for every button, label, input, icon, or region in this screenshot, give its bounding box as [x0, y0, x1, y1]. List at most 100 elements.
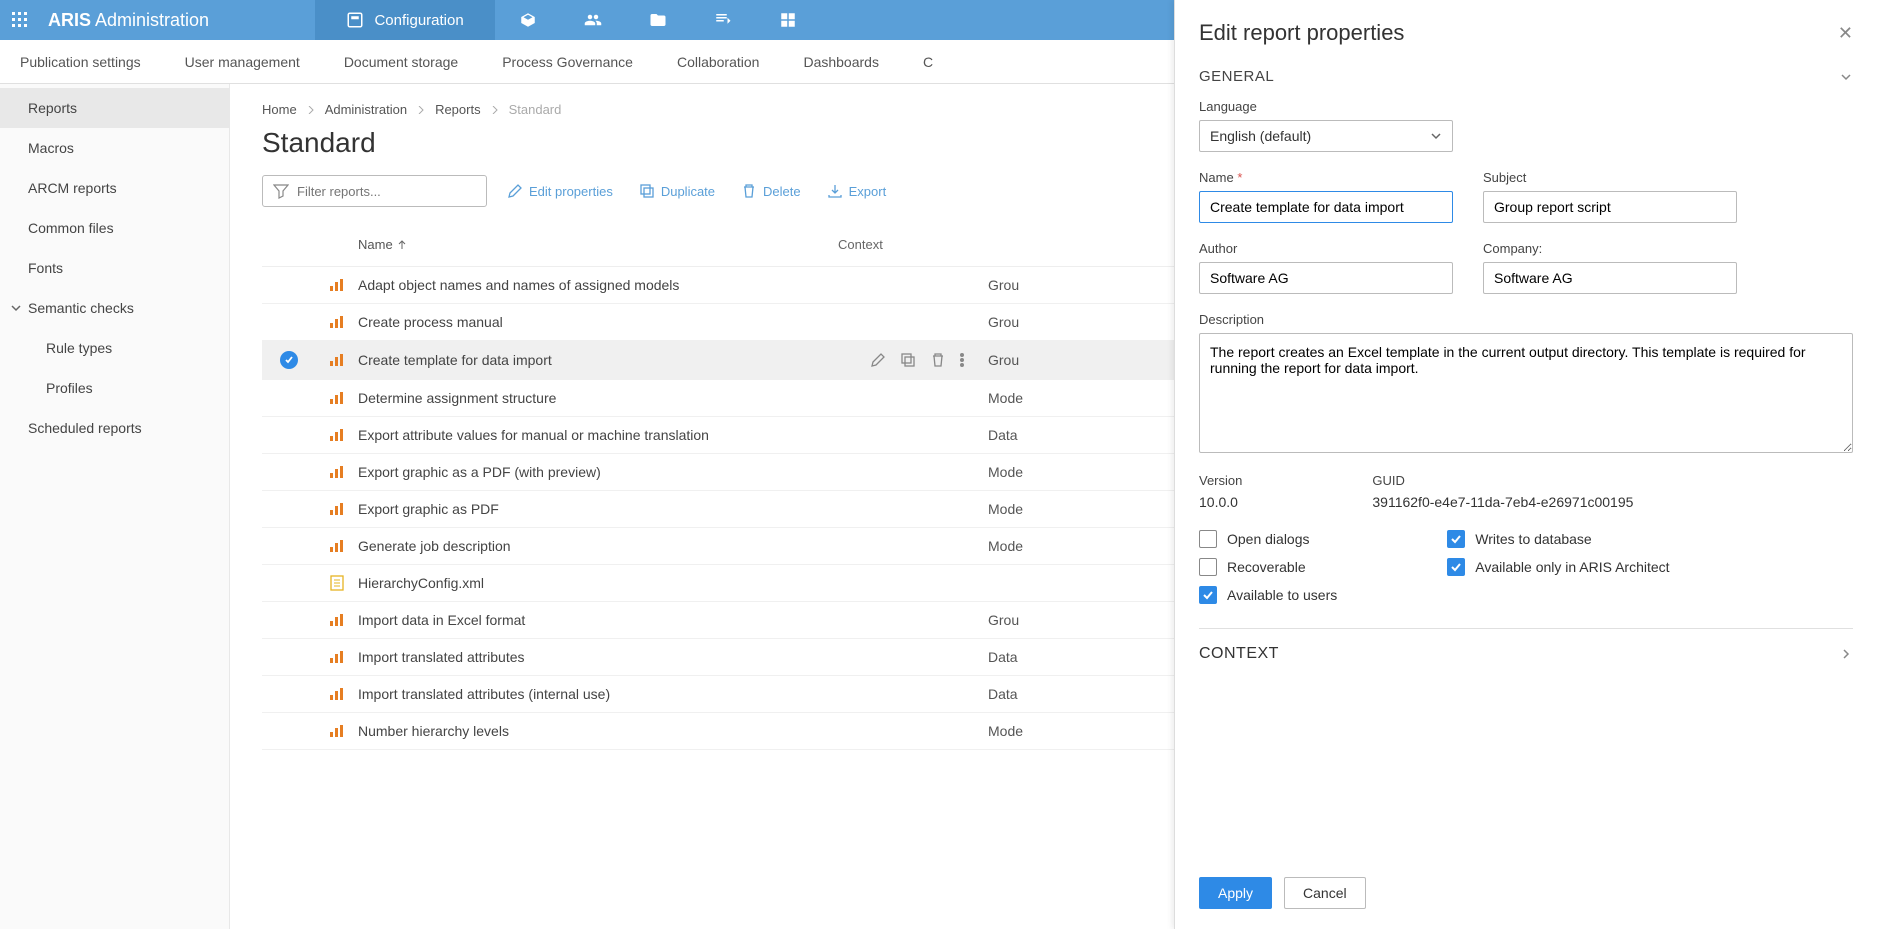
nav-tab-3[interactable]: [560, 0, 625, 40]
edit-properties-button[interactable]: Edit properties: [501, 179, 619, 203]
trash-icon[interactable]: [930, 352, 946, 368]
report-icon: [316, 278, 358, 292]
chevron-right-icon: [417, 106, 425, 114]
label-author: Author: [1199, 241, 1453, 256]
nav-tab-label: Configuration: [374, 12, 463, 29]
row-context: Data: [988, 686, 1018, 702]
description-textarea[interactable]: [1199, 333, 1853, 453]
report-icon: [316, 687, 358, 701]
check-available-users[interactable]: Available to users: [1199, 586, 1337, 604]
tool-label: Export: [849, 184, 887, 199]
check-available-architect[interactable]: Available only in ARIS Architect: [1447, 558, 1669, 576]
sidebar-item-commonfiles[interactable]: Common files: [0, 208, 229, 248]
properties-panel: Edit report properties ✕ GENERAL Languag…: [1174, 0, 1877, 929]
apps-grid-icon[interactable]: [0, 12, 40, 28]
header-context[interactable]: Context: [838, 237, 883, 252]
report-icon: [316, 502, 358, 516]
top-nav-tabs: Configuration: [315, 0, 820, 40]
report-icon: [316, 353, 358, 367]
report-icon: [316, 315, 358, 329]
row-name: Import data in Excel format: [358, 612, 838, 628]
nav-tab-5[interactable]: [690, 0, 755, 40]
nav-tab-6[interactable]: [755, 0, 820, 40]
copy-icon: [639, 183, 655, 199]
label-subject: Subject: [1483, 170, 1737, 185]
row-name: Export graphic as a PDF (with preview): [358, 464, 838, 480]
nav-tab-configuration[interactable]: Configuration: [315, 0, 495, 40]
nav-tab-2[interactable]: [495, 0, 560, 40]
filter-input[interactable]: [297, 184, 476, 199]
sidebar-item-fonts[interactable]: Fonts: [0, 248, 229, 288]
cancel-button[interactable]: Cancel: [1284, 877, 1366, 909]
row-name: Number hierarchy levels: [358, 723, 838, 739]
check-open-dialogs[interactable]: Open dialogs: [1199, 530, 1337, 548]
header-name[interactable]: Name: [358, 237, 838, 252]
row-check[interactable]: [262, 351, 316, 369]
chevron-down-icon: [10, 302, 22, 314]
filter-box[interactable]: [262, 175, 487, 207]
row-actions: [838, 352, 988, 368]
report-icon: [316, 391, 358, 405]
report-icon: [316, 428, 358, 442]
sidebar-item-profiles[interactable]: Profiles: [0, 368, 229, 408]
check-writes-db[interactable]: Writes to database: [1447, 530, 1669, 548]
delete-button[interactable]: Delete: [735, 179, 807, 203]
sidebar-item-semantic[interactable]: Semantic checks: [0, 288, 229, 328]
sub-tab-processgov[interactable]: Process Governance: [502, 42, 633, 82]
label-language: Language: [1199, 99, 1853, 114]
sub-tab-docstorage[interactable]: Document storage: [344, 42, 458, 82]
tool-label: Delete: [763, 184, 801, 199]
report-icon: [316, 724, 358, 738]
chevron-right-icon: [1839, 647, 1853, 661]
sub-tab-dashboards[interactable]: Dashboards: [803, 42, 879, 82]
label-version: Version: [1199, 473, 1242, 488]
row-context: Grou: [988, 612, 1019, 628]
section-general[interactable]: GENERAL: [1199, 60, 1853, 99]
close-icon[interactable]: ✕: [1838, 23, 1853, 44]
row-name: Generate job description: [358, 538, 838, 554]
author-input[interactable]: [1199, 262, 1453, 294]
row-name: Export graphic as PDF: [358, 501, 838, 517]
chevron-right-icon: [307, 106, 315, 114]
company-input[interactable]: [1483, 262, 1737, 294]
sidebar-item-ruletypes[interactable]: Rule types: [0, 328, 229, 368]
check-recoverable[interactable]: Recoverable: [1199, 558, 1337, 576]
row-context: Mode: [988, 538, 1023, 554]
subject-input[interactable]: [1483, 191, 1737, 223]
sidebar-item-scheduled[interactable]: Scheduled reports: [0, 408, 229, 448]
chevron-down-icon: [1839, 70, 1853, 84]
sub-tab-usermgmt[interactable]: User management: [185, 42, 300, 82]
chevron-right-icon: [491, 106, 499, 114]
breadcrumb-home[interactable]: Home: [262, 102, 297, 117]
tool-label: Duplicate: [661, 184, 715, 199]
trash-icon: [741, 183, 757, 199]
duplicate-button[interactable]: Duplicate: [633, 179, 721, 203]
row-name: Create template for data import: [358, 352, 838, 368]
sidebar-item-reports[interactable]: Reports: [0, 88, 229, 128]
sub-tab-collab[interactable]: Collaboration: [677, 42, 760, 82]
sidebar: Reports Macros ARCM reports Common files…: [0, 84, 230, 929]
sub-tab-publication[interactable]: Publication settings: [20, 42, 141, 82]
row-context: Mode: [988, 390, 1023, 406]
nav-tab-4[interactable]: [625, 0, 690, 40]
more-icon[interactable]: [960, 352, 964, 368]
language-select[interactable]: English (default): [1199, 120, 1453, 152]
label-description: Description: [1199, 312, 1853, 327]
report-icon: [316, 575, 358, 591]
name-input[interactable]: [1199, 191, 1453, 223]
pencil-icon[interactable]: [870, 352, 886, 368]
apply-button[interactable]: Apply: [1199, 877, 1272, 909]
brand-title: ARIS Administration: [40, 10, 225, 31]
row-context: Data: [988, 649, 1018, 665]
sidebar-item-macros[interactable]: Macros: [0, 128, 229, 168]
divider: [1199, 628, 1853, 629]
row-context: Mode: [988, 464, 1023, 480]
section-context[interactable]: CONTEXT: [1199, 645, 1853, 663]
export-button[interactable]: Export: [821, 179, 893, 203]
label-name: Name *: [1199, 170, 1453, 185]
sidebar-item-arcm[interactable]: ARCM reports: [0, 168, 229, 208]
breadcrumb-reports[interactable]: Reports: [435, 102, 481, 117]
sub-tab-more[interactable]: C: [923, 42, 933, 82]
breadcrumb-admin[interactable]: Administration: [325, 102, 407, 117]
copy-icon[interactable]: [900, 352, 916, 368]
